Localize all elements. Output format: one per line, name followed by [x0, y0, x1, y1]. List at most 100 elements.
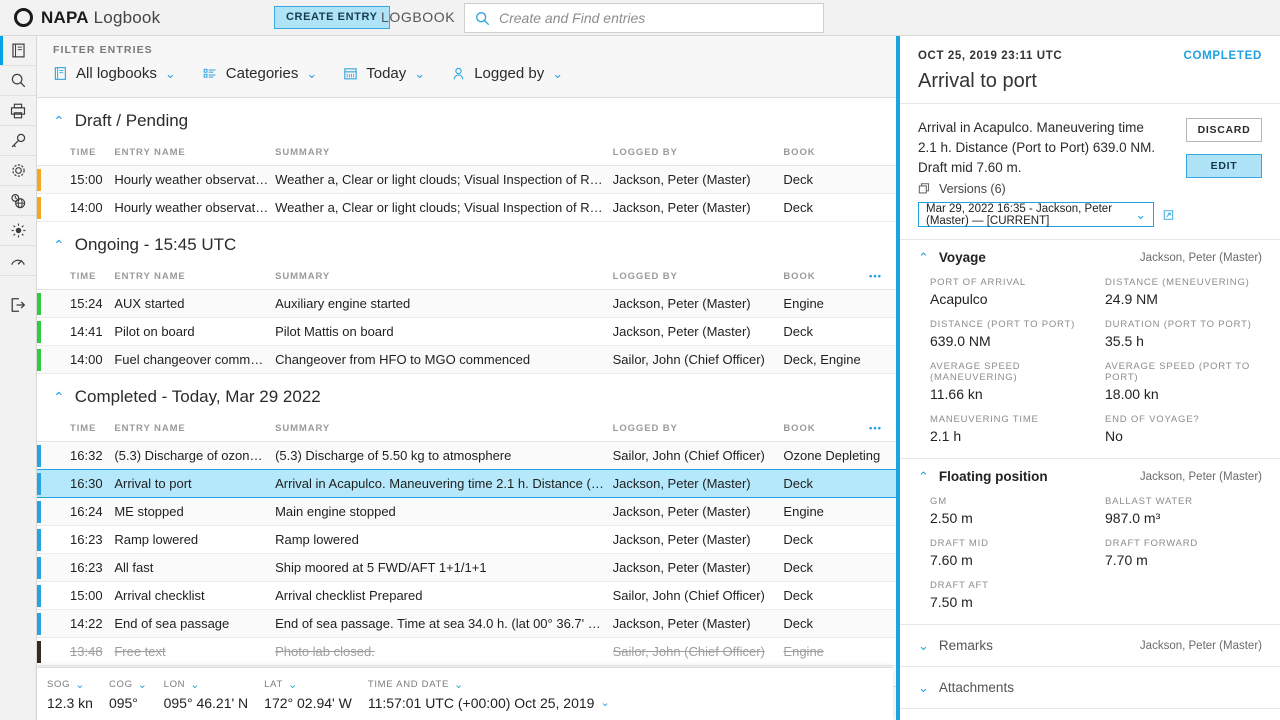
- field-label: MANEUVERING TIME: [930, 414, 1087, 425]
- chevron-down-icon[interactable]: ⌄: [190, 678, 200, 691]
- chevron-down-icon[interactable]: ⌄: [454, 678, 464, 691]
- entries-table: TIMEENTRY NAMESUMMARYLOGGED BYBOOK15:00H…: [37, 141, 896, 222]
- field-label: DISTANCE (MENEUVERING): [1105, 277, 1262, 288]
- status-item[interactable]: LAT⌄172° 02.94' W: [264, 678, 364, 711]
- search-icon: [475, 11, 490, 26]
- cell-book: Engine: [783, 498, 896, 526]
- cell-logged-by: Jackson, Peter (Master): [613, 498, 784, 526]
- field-value: 639.0 NM: [930, 333, 1087, 349]
- section-header[interactable]: ⌄Attachments: [918, 680, 1262, 695]
- field: GM2.50 m: [930, 496, 1087, 526]
- filter-categories[interactable]: Categories ⌄: [202, 65, 317, 82]
- cell-summary: Pilot Mattis on board: [275, 318, 613, 346]
- table-row[interactable]: 15:00Hourly weather observationsWeather …: [37, 166, 896, 194]
- cell-entry-name: Fuel changeover commenced: [114, 346, 275, 374]
- cell-summary: Changeover from HFO to MGO commenced: [275, 346, 613, 374]
- search-box[interactable]: [464, 3, 824, 33]
- col-header-summary: SUMMARY: [275, 265, 613, 290]
- col-header-book-label: BOOK: [783, 147, 815, 158]
- section-fields: PORT OF ARRIVALAcapulco DISTANCE (MENEUVE…: [930, 277, 1262, 444]
- cell-entry-name: Pilot on board: [114, 318, 275, 346]
- section-header[interactable]: ⌃VoyageJackson, Peter (Master): [918, 250, 1262, 265]
- detail-header: OCT 25, 2019 23:11 UTC COMPLETED Arrival…: [900, 36, 1280, 104]
- table-row[interactable]: 16:32(5.3) Discharge of ozonedepl(5.3) D…: [37, 442, 896, 470]
- chevron-down-icon[interactable]: ⌄: [138, 678, 148, 691]
- table-row[interactable]: 15:24AUX startedAuxiliary engine started…: [37, 290, 896, 318]
- brand-product: Logbook: [94, 8, 161, 27]
- rail-item-key[interactable]: [0, 126, 36, 156]
- section-header[interactable]: ⌄RemarksJackson, Peter (Master): [918, 638, 1262, 653]
- discard-button[interactable]: DISCARD: [1186, 118, 1262, 142]
- filter-all-logbooks[interactable]: All logbooks ⌄: [53, 65, 176, 82]
- table-row[interactable]: 15:00Arrival checklistArrival checklist …: [37, 582, 896, 610]
- chevron-up-icon: ⌃: [918, 470, 929, 483]
- cell-summary: Arrival in Acapulco. Maneuvering time 2.…: [275, 470, 613, 498]
- search-input[interactable]: [499, 10, 813, 26]
- filter-logged-by[interactable]: Logged by ⌄: [451, 65, 563, 82]
- table-row[interactable]: 16:23All fastShip moored at 5 FWD/AFT 1+…: [37, 554, 896, 582]
- open-external-icon[interactable]: [1163, 207, 1174, 223]
- detail-summary-text: Arrival in Acapulco. Maneuvering time 2.…: [918, 118, 1174, 178]
- table-overflow-menu-icon[interactable]: •••: [869, 423, 890, 434]
- table-row[interactable]: 13:48Free textPhoto lab closed.Sailor, J…: [37, 638, 896, 666]
- field-label: DRAFT AFT: [930, 580, 1087, 591]
- status-label-text: SOG: [47, 679, 70, 690]
- table-row[interactable]: 14:00Fuel changeover commencedChangeover…: [37, 346, 896, 374]
- filter-today[interactable]: Today ⌄: [343, 65, 425, 82]
- rail-item-search[interactable]: [0, 66, 36, 96]
- table-row[interactable]: 16:24ME stoppedMain engine stoppedJackso…: [37, 498, 896, 526]
- cell-time: 14:41: [42, 318, 114, 346]
- group-header[interactable]: ⌃Ongoing - 15:45 UTC: [37, 222, 896, 265]
- rail-item-print[interactable]: [0, 96, 36, 126]
- table-row[interactable]: 16:30Arrival to portArrival in Acapulco.…: [37, 470, 896, 498]
- section-header[interactable]: ⌃Floating positionJackson, Peter (Master…: [918, 469, 1262, 484]
- rail-item-logout[interactable]: [0, 290, 36, 320]
- status-item[interactable]: LON⌄095° 46.21' N: [164, 678, 261, 711]
- globe-clock-icon: [9, 192, 27, 210]
- chevron-down-icon[interactable]: ⌄: [288, 678, 298, 691]
- rail-item-performance[interactable]: [0, 246, 36, 276]
- napa-ring-logo-icon: [14, 8, 33, 27]
- field-value: 7.50 m: [930, 594, 1087, 610]
- rail-item-logbook[interactable]: [0, 36, 36, 66]
- group-header[interactable]: ⌃Draft / Pending: [37, 98, 896, 141]
- versions-icon: [918, 182, 932, 196]
- field: PORT OF ARRIVALAcapulco: [930, 277, 1087, 307]
- field-value: 7.70 m: [1105, 552, 1262, 568]
- table-overflow-menu-icon[interactable]: •••: [869, 271, 890, 282]
- status-label: TIME AND DATE⌄: [368, 678, 610, 691]
- filter-all-logbooks-label: All logbooks: [76, 65, 157, 82]
- edit-button[interactable]: EDIT: [1186, 154, 1262, 178]
- create-entry-button[interactable]: CREATE ENTRY: [274, 6, 390, 29]
- cell-logged-by: Jackson, Peter (Master): [613, 318, 784, 346]
- top-bar: NAPA Logbook CREATE ENTRY LOGBOOK: [0, 0, 1280, 36]
- entries-table: TIMEENTRY NAMESUMMARYLOGGED BYBOOK•••15:…: [37, 265, 896, 374]
- chevron-down-icon[interactable]: ⌄: [75, 678, 85, 691]
- table-row[interactable]: 16:23Ramp loweredRamp loweredJackson, Pe…: [37, 526, 896, 554]
- status-item[interactable]: SOG⌄12.3 kn: [47, 678, 105, 711]
- entries-list[interactable]: ⌃Draft / PendingTIMEENTRY NAMESUMMARYLOG…: [37, 98, 896, 686]
- table-row[interactable]: 14:00Hourly weather observationsWeather …: [37, 194, 896, 222]
- status-value: 095° 46.21' N: [164, 695, 249, 711]
- section-fields: GM2.50 mBALLAST WATER987.0 m³DRAFT MID7.…: [930, 496, 1262, 610]
- field: DISTANCE (MENEUVERING) 24.9 NM: [1105, 277, 1262, 307]
- status-item[interactable]: TIME AND DATE⌄11:57:01 UTC (+00:00) Oct …: [368, 678, 622, 711]
- rail-item-world-clock[interactable]: [0, 186, 36, 216]
- cell-entry-name: AUX started: [114, 290, 275, 318]
- rail-item-settings[interactable]: [0, 156, 36, 186]
- status-item[interactable]: COG⌄095°: [109, 678, 160, 711]
- field-value: 24.9 NM: [1105, 291, 1262, 307]
- cell-summary: Ship moored at 5 FWD/AFT 1+1/1+1: [275, 554, 613, 582]
- version-select-value: Mar 29, 2022 16:35 - Jackson, Peter (Mas…: [926, 203, 1135, 227]
- field-label: AVERAGE SPEED (MANEUVERING): [930, 361, 1087, 383]
- nav-logbook-tab[interactable]: LOGBOOK: [381, 9, 455, 25]
- group-header[interactable]: ⌃Completed - Today, Mar 29 2022: [37, 374, 896, 417]
- chevron-down-icon: ⌄: [306, 67, 317, 80]
- field: AVERAGE SPEED (PORT TO PORT)18.00 kn: [1105, 361, 1262, 402]
- table-row[interactable]: 14:22End of sea passageEnd of sea passag…: [37, 610, 896, 638]
- section-author: Jackson, Peter (Master): [1140, 640, 1262, 652]
- rail-item-brightness[interactable]: [0, 216, 36, 246]
- chevron-down-icon[interactable]: ⌄: [600, 696, 609, 709]
- version-select[interactable]: Mar 29, 2022 16:35 - Jackson, Peter (Mas…: [918, 202, 1154, 227]
- table-row[interactable]: 14:41Pilot on boardPilot Mattis on board…: [37, 318, 896, 346]
